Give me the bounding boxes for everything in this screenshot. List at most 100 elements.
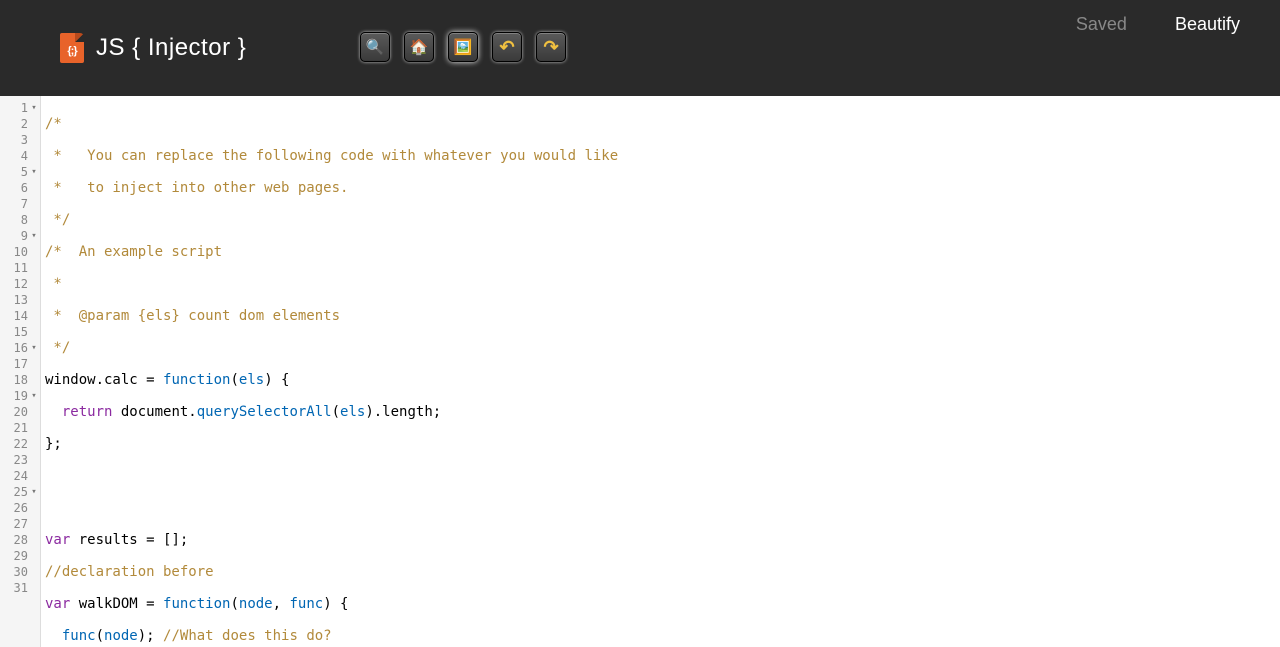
fold-toggle-icon[interactable]: ▾	[30, 228, 38, 244]
t: );	[138, 628, 163, 644]
t: node	[104, 628, 138, 644]
t	[45, 404, 62, 420]
line-number: 31	[14, 580, 30, 596]
gutter-line: 11	[0, 260, 40, 276]
line-number: 5	[21, 164, 30, 180]
fold-toggle-icon[interactable]: ▾	[30, 484, 38, 500]
line-number: 28	[14, 532, 30, 548]
line-number: 22	[14, 436, 30, 452]
t	[45, 628, 62, 644]
code-line: * @param {els} count dom elements	[45, 308, 340, 324]
gutter-line: 30	[0, 564, 40, 580]
t: node	[239, 596, 273, 612]
line-number: 23	[14, 452, 30, 468]
line-number: 26	[14, 500, 30, 516]
search-icon[interactable]: 🔍	[360, 32, 390, 62]
t: return	[62, 404, 113, 420]
line-number: 2	[21, 116, 30, 132]
t: els	[239, 372, 264, 388]
line-number: 1	[21, 100, 30, 116]
t: results = [];	[70, 532, 188, 548]
saved-label: Saved	[1076, 14, 1127, 35]
gutter-line: 20	[0, 404, 40, 420]
code-line: */	[45, 212, 70, 228]
t: els	[340, 404, 365, 420]
line-number: 25	[14, 484, 30, 500]
line-number: 18	[14, 372, 30, 388]
line-number: 24	[14, 468, 30, 484]
gutter-line: 1▾	[0, 100, 40, 116]
code-line: */	[45, 340, 70, 356]
line-number: 30	[14, 564, 30, 580]
fold-toggle-icon[interactable]: ▾	[30, 388, 38, 404]
line-number: 27	[14, 516, 30, 532]
toolbar: 🔍 🏠 🖼️ ↶ ↷	[360, 32, 566, 62]
home-icon[interactable]: 🏠	[404, 32, 434, 62]
line-number: 12	[14, 276, 30, 292]
editor-gutter: 1▾2345▾6789▾10111213141516▾171819▾202122…	[0, 96, 41, 647]
t: .calc =	[96, 372, 163, 388]
line-number: 11	[14, 260, 30, 276]
t: func	[289, 596, 323, 612]
line-number: 8	[21, 212, 30, 228]
t: ) {	[264, 372, 289, 388]
line-number: 13	[14, 292, 30, 308]
code-line: * You can replace the following code wit…	[45, 148, 618, 164]
line-number: 16	[14, 340, 30, 356]
app-header: {;} JS { Injector } 🔍 🏠 🖼️ ↶ ↷ Saved Beautif…	[0, 0, 1280, 96]
line-number: 17	[14, 356, 30, 372]
t: func	[62, 628, 96, 644]
gutter-line: 25▾	[0, 484, 40, 500]
line-number: 20	[14, 404, 30, 420]
undo-icon[interactable]: ↶	[492, 32, 522, 62]
editor-code[interactable]: /* * You can replace the following code …	[41, 96, 1280, 647]
logo-block: {;} JS { Injector }	[60, 33, 246, 63]
gutter-line: 31	[0, 580, 40, 596]
t: walkDOM =	[70, 596, 163, 612]
line-number: 9	[21, 228, 30, 244]
line-number: 6	[21, 180, 30, 196]
t: var	[45, 532, 70, 548]
t: function	[163, 596, 230, 612]
t: querySelectorAll	[197, 404, 332, 420]
t: window	[45, 372, 96, 388]
code-editor[interactable]: 1▾2345▾6789▾10111213141516▾171819▾202122…	[0, 96, 1280, 647]
code-line: };	[45, 436, 62, 452]
gutter-line: 21	[0, 420, 40, 436]
gutter-line: 16▾	[0, 340, 40, 356]
gutter-line: 22	[0, 436, 40, 452]
fold-toggle-icon[interactable]: ▾	[30, 100, 38, 116]
fold-toggle-icon[interactable]: ▾	[30, 164, 38, 180]
line-number: 19	[14, 388, 30, 404]
line-number: 14	[14, 308, 30, 324]
app-logo-icon: {;}	[60, 33, 84, 63]
line-number: 7	[21, 196, 30, 212]
line-number: 29	[14, 548, 30, 564]
gutter-line: 28	[0, 532, 40, 548]
fold-toggle-icon[interactable]: ▾	[30, 340, 38, 356]
line-number: 21	[14, 420, 30, 436]
t: var	[45, 596, 70, 612]
gutter-line: 23	[0, 452, 40, 468]
gutter-line: 12	[0, 276, 40, 292]
line-number: 15	[14, 324, 30, 340]
beautify-button[interactable]: Beautify	[1175, 14, 1240, 35]
gutter-line: 4	[0, 148, 40, 164]
gutter-line: 6	[0, 180, 40, 196]
gutter-line: 27	[0, 516, 40, 532]
gutter-line: 9▾	[0, 228, 40, 244]
app-title: JS { Injector }	[96, 34, 246, 62]
redo-icon[interactable]: ↷	[536, 32, 566, 62]
header-right: Saved Beautify	[1076, 14, 1240, 35]
gutter-line: 24	[0, 468, 40, 484]
t: (	[332, 404, 340, 420]
line-number: 3	[21, 132, 30, 148]
image-icon[interactable]: 🖼️	[448, 32, 478, 62]
gutter-line: 26	[0, 500, 40, 516]
line-number: 10	[14, 244, 30, 260]
t: (	[230, 372, 238, 388]
code-line: * to inject into other web pages.	[45, 180, 348, 196]
gutter-line: 3	[0, 132, 40, 148]
code-line: //declaration before	[45, 564, 214, 580]
code-line: *	[45, 276, 62, 292]
